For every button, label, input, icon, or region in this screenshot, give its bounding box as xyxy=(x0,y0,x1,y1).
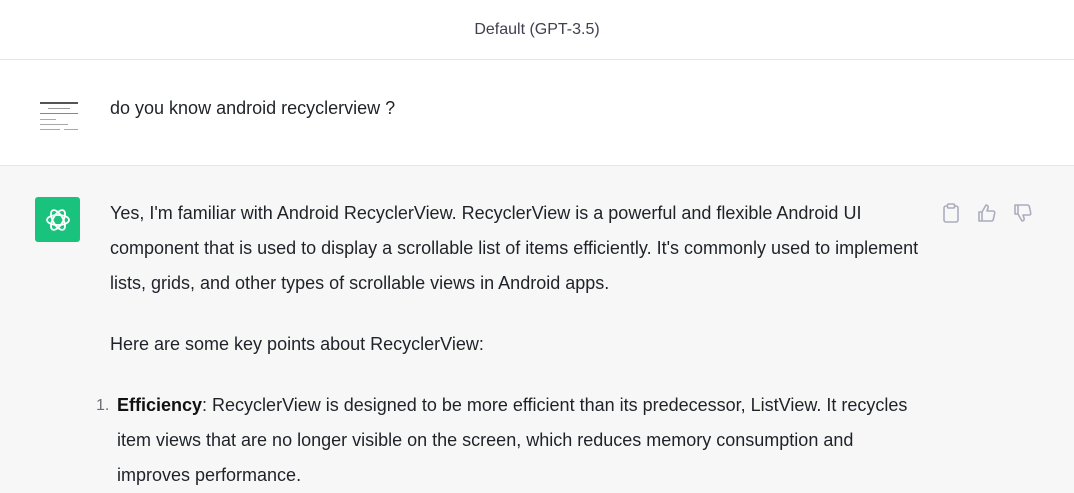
assistant-paragraph: Yes, I'm familiar with Android RecyclerV… xyxy=(110,203,919,293)
assistant-paragraph: Here are some key points about RecyclerV… xyxy=(110,334,484,354)
assistant-message-row: Yes, I'm familiar with Android RecyclerV… xyxy=(0,166,1074,493)
thumbs-up-button[interactable] xyxy=(976,202,998,224)
assistant-avatar xyxy=(35,197,80,242)
thumbs-up-icon xyxy=(978,204,996,222)
thumbs-down-button[interactable] xyxy=(1012,202,1034,224)
user-avatar xyxy=(36,98,82,138)
user-message-text: do you know android recyclerview ? xyxy=(110,98,396,118)
clipboard-icon xyxy=(943,203,959,223)
top-bar: Default (GPT-3.5) xyxy=(0,0,1074,60)
list-item-title: Efficiency xyxy=(117,395,203,415)
list-number: 1. xyxy=(96,397,110,414)
thumbs-down-icon xyxy=(1014,204,1032,222)
list-item: 1. Efficiency: RecyclerView is designed … xyxy=(96,388,920,493)
copy-button[interactable] xyxy=(940,202,962,224)
user-message-row: do you know android recyclerview ? xyxy=(0,60,1074,166)
model-label[interactable]: Default (GPT-3.5) xyxy=(474,21,599,39)
openai-logo-icon xyxy=(45,208,70,231)
list-item-text: : RecyclerView is designed to be more ef… xyxy=(117,395,908,485)
assistant-message-content: Yes, I'm familiar with Android RecyclerV… xyxy=(96,196,920,493)
message-actions xyxy=(940,202,1034,224)
